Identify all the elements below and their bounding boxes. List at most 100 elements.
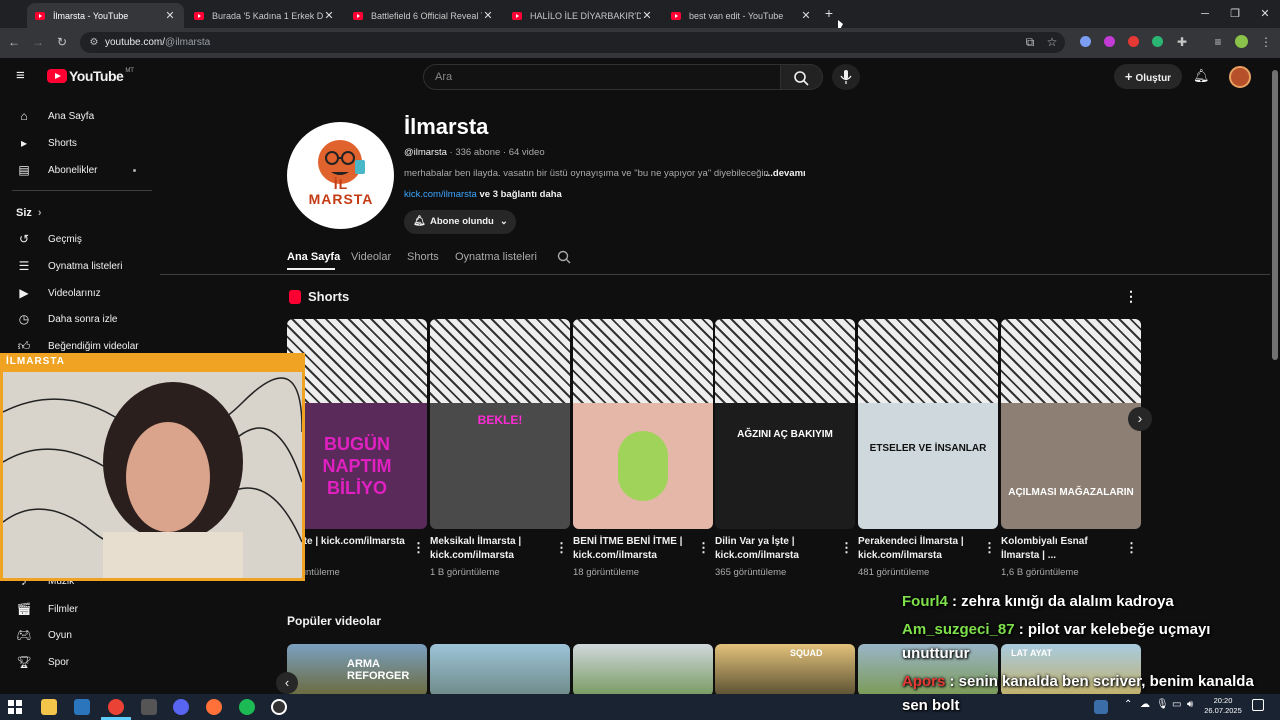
short-title[interactable]: Dilin Var ya İşte | kick.com/ilmarsta <box>715 535 840 563</box>
channel-links[interactable]: kick.com/ilmarsta ve 3 bağlantı daha <box>404 189 562 200</box>
short-menu-icon[interactable]: ⋮ <box>697 540 710 556</box>
extension-icon[interactable] <box>1104 36 1115 47</box>
volume-icon[interactable]: 🔊︎ <box>1187 699 1193 710</box>
browser-tab[interactable]: İlmarsta - YouTube ✕ <box>27 3 184 28</box>
discord-icon[interactable] <box>173 699 189 715</box>
profile-icon[interactable] <box>1235 35 1248 48</box>
extension-icon[interactable] <box>1080 36 1091 47</box>
network-icon[interactable]: ▭ <box>1172 699 1181 710</box>
short-title[interactable]: Kolombiyalı Esnaf İlmarsta | ... <box>1001 535 1126 563</box>
shelf-next-button[interactable]: › <box>1128 407 1152 431</box>
search-button[interactable] <box>781 64 823 90</box>
sidebar-item-home[interactable]: ⌂ Ana Sayfa <box>16 106 156 126</box>
account-avatar[interactable] <box>1229 66 1251 88</box>
short-menu-icon[interactable]: ⋮ <box>555 540 568 556</box>
short-menu-icon[interactable]: ⋮ <box>1125 540 1138 556</box>
short-thumbnail[interactable]: BUGÜN NAPTIM BİLİYO <box>287 319 427 529</box>
new-tab-button[interactable]: + <box>821 5 837 21</box>
microphone-tray-icon[interactable]: 🎙︎ <box>1156 699 1169 710</box>
tab-home[interactable]: Ana Sayfa <box>287 251 340 263</box>
video-thumbnail[interactable]: SQUAD <box>715 644 855 696</box>
tab-shorts[interactable]: Shorts <box>407 251 439 263</box>
forward-icon[interactable]: → <box>30 34 46 50</box>
notification-center-icon[interactable] <box>1252 699 1264 711</box>
extension-icon[interactable] <box>1128 36 1139 47</box>
steam-icon[interactable] <box>74 699 90 715</box>
subscribed-button[interactable]: 🔔︎ Abone olundu ⌄ <box>404 210 516 234</box>
close-tab-icon[interactable]: ✕ <box>641 9 653 22</box>
video-thumbnail[interactable] <box>573 644 713 696</box>
sidebar-item-your-videos[interactable]: ▶ Videolarınız <box>16 283 156 303</box>
search-input[interactable]: Ara <box>423 64 781 90</box>
sidebar-item-playlists[interactable]: ☰ Oynatma listeleri <box>16 256 156 276</box>
browser-tab[interactable]: Battlefield 6 Official Reveal Trai✕ <box>345 3 502 28</box>
windows-start-icon[interactable] <box>8 700 22 719</box>
sidebar-item-films[interactable]: 🎬︎ Filmler <box>16 599 156 619</box>
app-icon[interactable] <box>141 699 157 715</box>
site-info-icon[interactable]: ⚙ <box>86 35 102 51</box>
close-tab-icon[interactable]: ✕ <box>800 9 812 22</box>
tray-chevron-up-icon[interactable]: ⌃ <box>1124 699 1132 710</box>
sidebar-item-sports[interactable]: 🏆︎ Spor <box>16 652 156 672</box>
tab-search-icon[interactable]: ≡ <box>1210 34 1226 50</box>
short-menu-icon[interactable]: ⋮ <box>412 540 425 556</box>
description-more-link[interactable]: ...devamı <box>765 168 806 179</box>
short-thumbnail[interactable]: ETSELER VE İNSANLAR <box>858 319 998 529</box>
video-thumbnail[interactable]: ARMA REFORGER <box>287 644 427 696</box>
tab-playlists[interactable]: Oynatma listeleri <box>455 251 537 263</box>
short-thumbnail[interactable]: BEKLE! <box>430 319 570 529</box>
bookmark-star-icon[interactable]: ☆ <box>1044 34 1060 50</box>
install-app-icon[interactable]: ⧉ <box>1022 34 1038 50</box>
close-tab-icon[interactable]: ✕ <box>323 9 335 22</box>
scrollbar-thumb[interactable] <box>1272 70 1278 360</box>
close-tab-icon[interactable]: ✕ <box>482 9 494 22</box>
short-title[interactable]: Meksikalı İlmarsta | kick.com/ilmarsta <box>430 535 555 563</box>
address-bar[interactable]: youtube.com/@ilmarsta <box>80 32 1065 53</box>
channel-description[interactable]: merhabalar ben ilayda. vasatın bir üstü … <box>404 168 804 179</box>
firefox-icon[interactable] <box>206 699 222 715</box>
extensions-puzzle-icon[interactable]: ✚ <box>1174 34 1190 50</box>
youtube-logo[interactable]: YouTube MT <box>47 68 134 84</box>
spotify-icon[interactable] <box>239 699 255 715</box>
short-thumbnail[interactable]: AĞZINI AÇ BAKIYIM <box>715 319 855 529</box>
short-title[interactable]: BENİ İTME BENİ İTME | kick.com/ilmarsta <box>573 535 698 563</box>
sidebar-you-header[interactable]: Siz › <box>16 203 156 223</box>
short-thumbnail[interactable]: AÇILMASI MAĞAZALARIN <box>1001 319 1141 529</box>
obs-icon[interactable] <box>271 699 287 715</box>
close-window-icon[interactable]: ✕ <box>1250 4 1280 24</box>
tab-videos[interactable]: Videolar <box>351 251 391 263</box>
browser-tab[interactable]: HALİLO İLE DİYARBAKIR'DA BİR✕ <box>504 3 661 28</box>
shelf-prev-button[interactable]: ‹ <box>276 672 298 694</box>
minimize-icon[interactable]: ─ <box>1190 4 1220 24</box>
tray-app-icon[interactable] <box>1094 700 1108 714</box>
short-thumbnail[interactable] <box>573 319 713 529</box>
taskbar-clock[interactable]: 20:20 26.07.2025 <box>1203 696 1243 716</box>
notifications-bell-icon[interactable]: 🔔︎ <box>1193 68 1210 84</box>
sidebar-item-watch-later[interactable]: ◷ Daha sonra izle <box>16 309 156 329</box>
reload-icon[interactable]: ↻ <box>54 34 70 50</box>
back-icon[interactable]: ← <box>6 34 22 50</box>
short-title[interactable]: Köfte | kick.com/ilmarsta <box>287 535 412 563</box>
browser-tab[interactable]: Burada '5 Kadına 1 Erkek Düşüy✕ <box>186 3 343 28</box>
extension-icon[interactable] <box>1152 36 1163 47</box>
video-thumbnail[interactable] <box>430 644 570 696</box>
short-title[interactable]: Perakendeci İlmarsta | kick.com/ilmarsta <box>858 535 983 563</box>
close-tab-icon[interactable]: ✕ <box>164 9 176 22</box>
create-button[interactable]: + Oluştur <box>1114 64 1182 89</box>
browser-tab[interactable]: best van edit - YouTube ✕ <box>663 3 820 28</box>
cloud-icon[interactable]: ☁ <box>1140 699 1150 710</box>
sidebar-item-history[interactable]: ↺ Geçmiş <box>16 229 156 249</box>
chrome-icon[interactable] <box>108 699 124 715</box>
short-menu-icon[interactable]: ⋮ <box>983 540 996 556</box>
sidebar-item-shorts[interactable]: ▸ Shorts <box>16 133 156 153</box>
browser-menu-icon[interactable]: ⋮ <box>1258 34 1274 50</box>
restore-icon[interactable]: ❐ <box>1220 4 1250 24</box>
hamburger-menu-icon[interactable]: ≡ <box>16 68 32 84</box>
sidebar-item-gaming[interactable]: 🎮︎ Oyun <box>16 625 156 645</box>
channel-search-icon[interactable] <box>557 250 571 269</box>
sidebar-item-subscriptions[interactable]: ▤ Abonelikler <box>16 160 136 180</box>
short-menu-icon[interactable]: ⋮ <box>840 540 853 556</box>
voice-search-button[interactable] <box>832 64 860 90</box>
shelf-menu-icon[interactable]: ⋮ <box>1124 288 1138 305</box>
file-explorer-icon[interactable] <box>41 699 57 715</box>
